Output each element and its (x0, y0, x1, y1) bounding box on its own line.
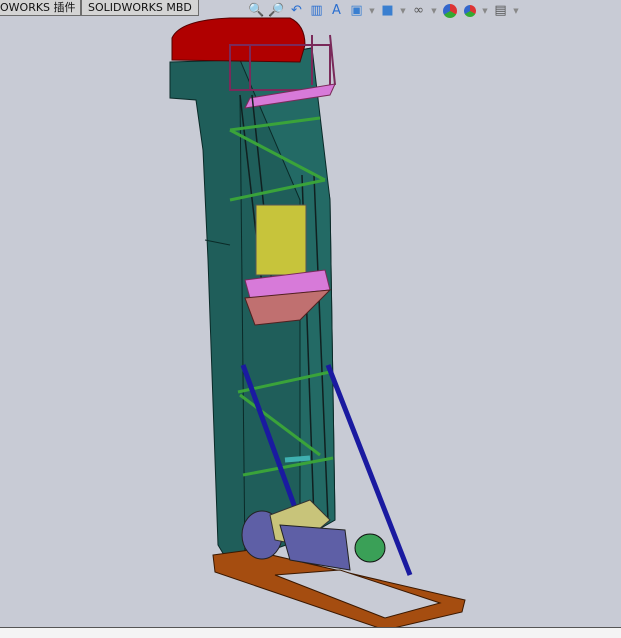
apply-scene-icon[interactable] (461, 2, 478, 19)
bucket-elevator-model[interactable] (0, 0, 621, 631)
edit-appearance-icon[interactable] (441, 2, 458, 19)
hide-show-items-icon[interactable]: ∞ (410, 2, 427, 19)
command-manager-tabs: OWORKS 插件 SOLIDWORKS MBD (0, 0, 199, 16)
chevron-down-icon[interactable]: ▼ (399, 7, 407, 15)
zoom-to-area-icon[interactable]: 🔎 (268, 2, 285, 19)
chevron-down-icon[interactable]: ▼ (368, 7, 376, 15)
dynamic-annotation-icon[interactable]: A (328, 2, 345, 19)
hopper (255, 204, 307, 276)
head-hood (171, 17, 306, 63)
chevron-down-icon[interactable]: ▼ (512, 7, 520, 15)
heads-up-view-toolbar: 🔍 🔎 ↶ ▥ A ▣ ▼ ■ ▼ ∞ ▼ ▼ ▤ ▼ (248, 2, 520, 19)
bottom-bar (0, 627, 621, 638)
graphics-area[interactable] (0, 0, 621, 631)
view-settings-icon[interactable]: ▤ (492, 2, 509, 19)
view-orientation-icon[interactable]: ▣ (348, 2, 365, 19)
chevron-down-icon[interactable]: ▼ (430, 7, 438, 15)
chevron-down-icon[interactable]: ▼ (481, 7, 489, 15)
previous-view-icon[interactable]: ↶ (288, 2, 305, 19)
display-style-icon[interactable]: ■ (379, 2, 396, 19)
tab-solidworks-addins[interactable]: OWORKS 插件 (0, 0, 81, 16)
section-view-icon[interactable]: ▥ (308, 2, 325, 19)
tab-solidworks-mbd[interactable]: SOLIDWORKS MBD (81, 0, 199, 16)
zoom-to-fit-icon[interactable]: 🔍 (248, 2, 265, 19)
motor-end (354, 533, 386, 563)
